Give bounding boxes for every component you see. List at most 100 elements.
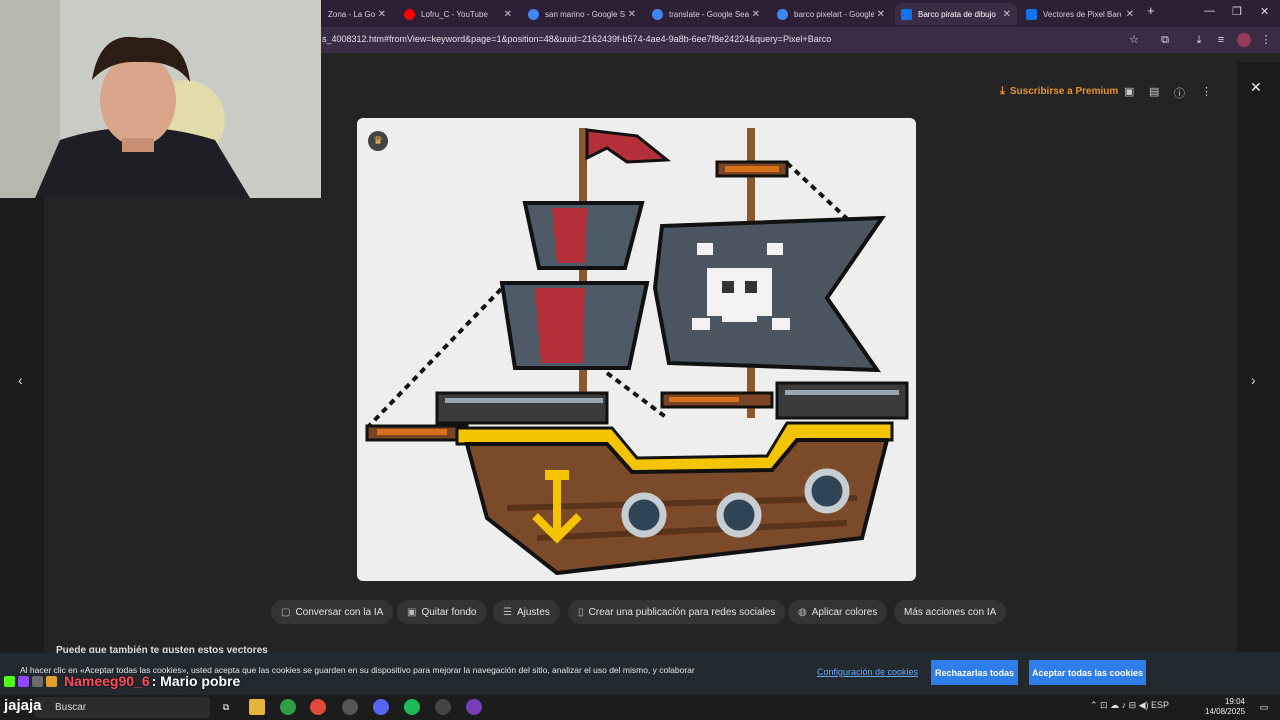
eraser-icon: ▣ [407,606,417,618]
social-post-button[interactable]: ▯ Crear una publicación para redes socia… [568,600,786,624]
maximize-icon[interactable]: ❐ [1232,5,1242,18]
folder-icon[interactable]: ▣ [1124,85,1134,98]
download-icon[interactable]: ⤓ [1192,33,1206,47]
spotify-icon[interactable] [404,699,420,715]
remove-background-button[interactable]: ▣ Quitar fondo [397,600,487,624]
premium-label: Suscribirse a Premium [1009,86,1119,97]
freepik-icon [901,8,912,20]
chevron-left-icon[interactable]: ‹ [18,372,23,388]
chrome-profile-icon[interactable] [466,699,482,715]
chat-ai-button[interactable]: ▢ Conversar con la IA [271,600,394,624]
tab-1[interactable]: Lofru_C - YouTube ✕ [398,3,518,25]
tab-title: san marino - Google Se [545,9,625,19]
tab-2[interactable]: san marino - Google Se ✕ [522,3,642,25]
tab-title: translate - Google Sear [669,9,749,19]
premium-crown-icon: ♛ [368,131,388,151]
tab-title: barco pixelart - Google [794,9,874,19]
chip-label: Conversar con la IA [295,606,384,618]
chip-label: Crear una publicación para redes sociale… [588,606,776,618]
chip-label: Aplicar colores [811,606,878,618]
chip-label: Ajustes [516,606,550,618]
media-icon[interactable]: ≡ [1214,33,1228,47]
cookie-settings-link[interactable]: Configuración de cookies [817,667,918,677]
system-tray[interactable]: ⌃ ⊡ ☁ ♪ ⊟ ◀) ESP [1090,700,1169,711]
adjustments-button[interactable]: ☰ Ajustes [493,600,560,624]
stream-chat-message: Nameeg90_6 : Mario pobre [4,673,240,689]
youtube-icon [404,8,415,20]
tab-0[interactable]: Zona - La Go ✕ [322,3,392,25]
tab-close-icon[interactable]: ✕ [378,9,386,20]
tab-close-icon[interactable]: ✕ [752,9,760,20]
menu-icon[interactable]: ⋮ [1259,33,1273,47]
preview-image: ♛ [357,118,916,581]
tab-close-icon[interactable]: ✕ [1126,9,1134,20]
collection-icon[interactable]: ▤ [1149,85,1159,98]
chrome-alt-icon[interactable] [310,699,326,715]
language-indicator[interactable]: ESP [1151,700,1169,710]
tab-4[interactable]: barco pixelart - Google ✕ [771,3,891,25]
premium-button[interactable]: ⤓ Suscribirse a Premium [1000,85,1118,98]
notifications-icon[interactable]: ▭ [1256,699,1272,715]
profile-avatar-icon[interactable] [1237,33,1251,47]
reject-cookies-button[interactable]: Rechazarlas todas [931,660,1018,685]
tab-5-active[interactable]: Barco pirata de dibujos ✕ [895,3,1017,25]
google-icon [528,8,539,20]
clock-date: 14/08/2025 [1205,707,1246,716]
chevron-right-icon[interactable]: › [1251,372,1256,388]
gift-badge-icon [46,675,57,687]
tab-close-icon[interactable]: ✕ [877,9,885,20]
close-viewer-icon[interactable]: ✕ [1250,79,1262,96]
chip-label: Más acciones con IA [904,606,997,618]
chat-text: : Mario pobre [151,673,241,689]
task-view-icon[interactable]: ⧉ [218,699,234,715]
sliders-icon: ☰ [503,606,512,618]
close-window-icon[interactable]: ✕ [1260,5,1269,18]
more-options-icon[interactable]: ⋮ [1201,85,1212,98]
system-clock[interactable]: 19:04 14/08/2025 [1205,697,1245,717]
url-text[interactable]: s_4008312.htm#fromView=keyword&page=1&po… [322,34,831,44]
webcam-person-image [0,0,321,198]
more-ai-actions-button[interactable]: Más acciones con IA [894,600,1007,624]
sidebar-item[interactable] [12,274,42,284]
windows-taskbar: Buscar jajaja ⧉ ⌃ ⊡ ☁ ♪ ⊟ ◀) ESP 19:04 1… [0,695,1280,720]
chat-username: Nameeg90_6 [64,673,150,689]
discord-icon[interactable] [373,699,389,715]
right-strip [1237,62,1280,652]
freepik-icon [1026,8,1037,20]
accept-cookies-button[interactable]: Aceptar todas las cookies [1029,660,1146,685]
sub-badge-icon [32,675,43,687]
sidebar-item[interactable] [12,252,42,262]
chrome-icon[interactable] [280,699,296,715]
tab-title: Vectores de Pixel Barco [1043,9,1121,19]
extensions-icon[interactable]: ⧉ [1158,33,1172,47]
google-icon [777,8,788,20]
tab-title: Zona - La Go [328,9,376,19]
apply-colors-button[interactable]: ◍ Aplicar colores [788,600,888,624]
obs-icon[interactable] [342,699,358,715]
info-icon[interactable]: ⓘ [1174,85,1185,101]
tab-title: Lofru_C - YouTube [421,9,488,19]
phone-icon: ▯ [578,606,584,618]
chat-icon: ▢ [281,606,291,618]
tab-close-icon[interactable]: ✕ [628,9,636,20]
clock-time: 19:04 [1224,697,1245,706]
download-icon: ⤓ [1000,85,1005,97]
new-tab-icon[interactable]: + [1147,3,1155,18]
sidebar-item[interactable] [12,230,42,240]
kick-badge-icon [4,675,15,687]
tab-3[interactable]: translate - Google Sear ✕ [646,3,766,25]
left-sidebar [0,198,44,658]
google-icon [652,8,663,20]
minimize-icon[interactable]: — [1204,5,1215,17]
tab-close-icon[interactable]: ✕ [1003,9,1011,20]
tab-close-icon[interactable]: ✕ [504,9,512,20]
bookmark-star-icon[interactable]: ☆ [1127,33,1141,47]
chip-label: Quitar fondo [421,606,477,618]
app-icon[interactable] [435,699,451,715]
emote-badge-icon [18,675,29,687]
tab-title: Barco pirata de dibujos [918,9,996,19]
tab-6[interactable]: Vectores de Pixel Barco ✕ [1020,3,1140,25]
file-explorer-icon[interactable] [249,699,265,715]
taskbar-search[interactable]: Buscar [34,697,210,718]
search-placeholder: Buscar [55,702,87,713]
